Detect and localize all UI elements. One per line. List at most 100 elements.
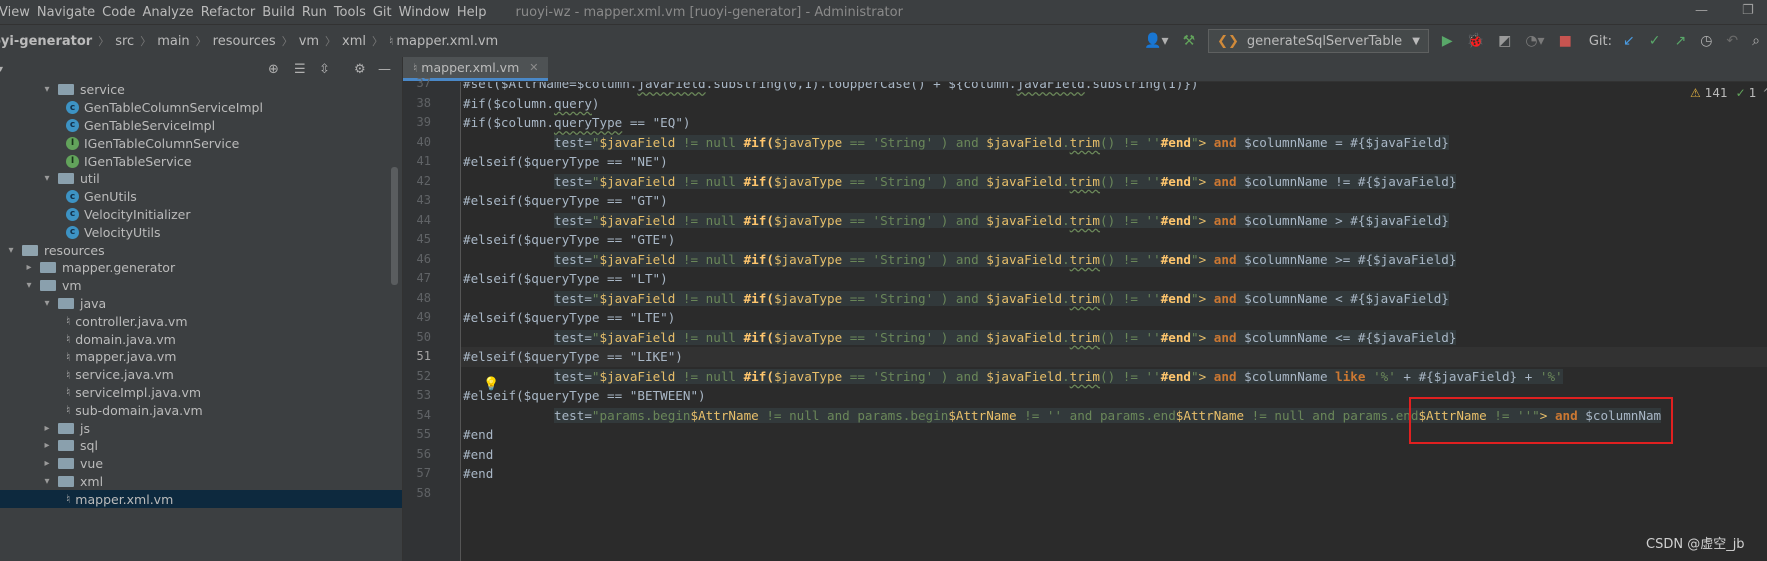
menu-refactor[interactable]: Refactor: [201, 5, 263, 20]
inspection-widget[interactable]: ⚠ 141 ✓ 1 ^: [1690, 86, 1767, 100]
history-icon[interactable]: ◷: [1700, 33, 1712, 49]
chevron-up-icon[interactable]: ^: [1762, 86, 1767, 100]
tree-item[interactable]: ▾ util: [40, 170, 99, 188]
chevron-right-icon[interactable]: ▸: [22, 262, 36, 273]
breadcrumb-src[interactable]: src: [115, 34, 134, 49]
code-line[interactable]: test="$javaField != null #if($javaType =…: [463, 133, 1449, 153]
code-line[interactable]: #elseif($queryType == "BETWEEN"): [463, 386, 706, 406]
scrollbar[interactable]: [391, 167, 398, 285]
tree-item[interactable]: ▾ xml: [40, 473, 103, 491]
tree-item[interactable]: ♮ mapper.java.vm: [66, 348, 176, 366]
menu-help[interactable]: Help: [457, 5, 494, 20]
breadcrumb-module[interactable]: oyi-generator: [0, 34, 92, 49]
search-icon[interactable]: ⌕: [1752, 33, 1760, 49]
breadcrumb-xml[interactable]: xml: [342, 34, 366, 49]
tree-item[interactable]: ▸ mapper.generator: [22, 259, 175, 277]
code-line[interactable]: #set($AttrName=$column.javaField.substri…: [463, 82, 1199, 94]
tree-item[interactable]: ♮ service.java.vm: [66, 366, 174, 384]
lightbulb-icon[interactable]: 💡: [483, 377, 499, 392]
chevron-right-icon[interactable]: ▸: [40, 458, 54, 469]
tree-item[interactable]: c GenTableColumnServiceImpl: [66, 99, 263, 117]
chevron-down-icon[interactable]: ▾: [0, 64, 3, 75]
code-line[interactable]: #elseif($queryType == "LIKE"): [463, 347, 683, 367]
tree-item[interactable]: ▾ java: [40, 295, 106, 313]
code-line[interactable]: #elseif($queryType == "LTE"): [463, 308, 675, 328]
code-line[interactable]: #elseif($queryType == "GTE"): [463, 230, 675, 250]
expand-all-icon[interactable]: ☰: [294, 62, 306, 77]
menu-run[interactable]: Run: [302, 5, 334, 20]
code-line[interactable]: test="$javaField != null #if($javaType =…: [463, 211, 1449, 231]
collapse-all-icon[interactable]: ⇳: [319, 62, 330, 77]
tree-item[interactable]: c GenUtils: [66, 188, 137, 206]
chevron-down-icon[interactable]: ▾: [40, 476, 54, 487]
chevron-down-icon[interactable]: ▾: [22, 280, 36, 291]
coverage-icon[interactable]: ◩: [1498, 33, 1511, 49]
code-line[interactable]: #elseif($queryType == "LT"): [463, 269, 668, 289]
menu-build[interactable]: Build: [262, 5, 302, 20]
tree-item[interactable]: ♮ mapper.xml.vm: [0, 490, 402, 509]
code-editor[interactable]: #set($AttrName=$column.javaField.substri…: [461, 82, 1767, 561]
user-icon[interactable]: 👤▾: [1144, 33, 1168, 49]
tree-item[interactable]: ▾ resources: [4, 241, 104, 259]
tree-item[interactable]: ▸ js: [40, 419, 90, 437]
code-line[interactable]: #end: [463, 445, 493, 465]
menu-navigate[interactable]: Navigate: [37, 5, 102, 20]
breadcrumb-file[interactable]: mapper.xml.vm: [396, 34, 498, 49]
tree-item[interactable]: ▸ sql: [40, 437, 97, 455]
git-commit-icon[interactable]: ✓: [1649, 33, 1661, 49]
breadcrumb-vm[interactable]: vm: [299, 34, 319, 49]
code-line[interactable]: test="$javaField != null #if($javaType =…: [463, 367, 1563, 387]
breadcrumb-main[interactable]: main: [157, 34, 189, 49]
code-line[interactable]: test="$javaField != null #if($javaType =…: [463, 328, 1457, 348]
tree-item[interactable]: c VelocityInitializer: [66, 206, 191, 224]
code-line[interactable]: #if($column.queryType == "EQ"): [463, 113, 691, 133]
code-line[interactable]: test="$javaField != null #if($javaType =…: [463, 172, 1457, 192]
tree-item[interactable]: c GenTableServiceImpl: [66, 117, 215, 135]
code-line[interactable]: [463, 484, 524, 504]
code-line[interactable]: #elseif($queryType == "GT"): [463, 191, 668, 211]
debug-icon[interactable]: 🐞: [1467, 33, 1484, 49]
chevron-down-icon[interactable]: ▾: [40, 298, 54, 309]
code-line[interactable]: #elseif($queryType == "NE"): [463, 152, 668, 172]
profile-icon[interactable]: ◔▾: [1525, 33, 1544, 49]
menu-code[interactable]: Code: [102, 5, 142, 20]
code-line[interactable]: #if($column.query): [463, 94, 600, 114]
tree-item[interactable]: ▸ vue: [40, 455, 103, 473]
rollback-icon[interactable]: ↶: [1726, 33, 1738, 49]
chevron-down-icon[interactable]: ▾: [40, 84, 54, 95]
git-update-icon[interactable]: ↙: [1623, 33, 1635, 49]
tree-item[interactable]: c VelocityUtils: [66, 223, 161, 241]
code-line[interactable]: test="$javaField != null #if($javaType =…: [463, 289, 1449, 309]
gear-icon[interactable]: ⚙: [354, 62, 366, 77]
hammer-icon[interactable]: ⚒: [1183, 33, 1196, 49]
tree-item[interactable]: ▾ vm: [22, 277, 81, 295]
tree-item[interactable]: ♮ sub-domain.java.vm: [66, 401, 203, 419]
menu-git[interactable]: Git: [373, 5, 399, 20]
tree-item[interactable]: ♮ controller.java.vm: [66, 312, 188, 330]
tree-item[interactable]: ♮ domain.java.vm: [66, 330, 176, 348]
menu-view[interactable]: View: [0, 5, 37, 20]
menu-window[interactable]: Window: [399, 5, 457, 20]
menu-tools[interactable]: Tools: [334, 5, 373, 20]
chevron-right-icon[interactable]: ▸: [40, 440, 54, 451]
chevron-down-icon[interactable]: ▾: [40, 173, 54, 184]
chevron-right-icon[interactable]: ▸: [40, 423, 54, 434]
tree-item[interactable]: ♮ serviceImpl.java.vm: [66, 384, 201, 402]
breadcrumb-resources[interactable]: resources: [213, 34, 276, 49]
minimize-icon[interactable]: —: [1695, 3, 1708, 18]
tree-item[interactable]: I IGenTableService: [66, 152, 192, 170]
tree-item[interactable]: ▾ service: [40, 81, 124, 99]
restore-icon[interactable]: ❐: [1742, 3, 1754, 18]
locate-icon[interactable]: ⊕: [268, 62, 279, 77]
menu-analyze[interactable]: Analyze: [142, 5, 200, 20]
run-config-select[interactable]: ❮❯ generateSqlServerTable ▼: [1208, 29, 1429, 53]
chevron-down-icon[interactable]: ▾: [4, 245, 18, 256]
code-line[interactable]: #end: [463, 464, 493, 484]
tree-item[interactable]: I IGenTableColumnService: [66, 134, 239, 152]
git-push-icon[interactable]: ↗: [1674, 33, 1686, 49]
stop-icon[interactable]: ■: [1559, 33, 1572, 49]
code-line[interactable]: #end: [463, 425, 493, 445]
run-icon[interactable]: ▶: [1442, 33, 1453, 49]
close-icon[interactable]: ✕: [529, 61, 538, 74]
code-line[interactable]: test="$javaField != null #if($javaType =…: [463, 250, 1457, 270]
